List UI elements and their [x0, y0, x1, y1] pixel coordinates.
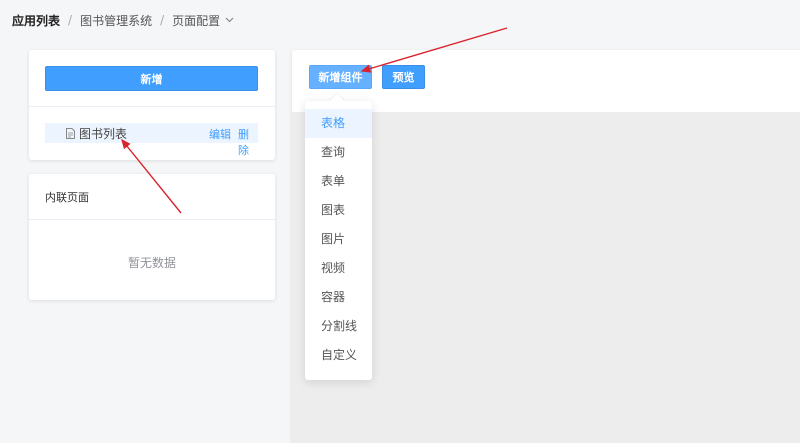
breadcrumb-current[interactable]: 页面配置 — [172, 12, 220, 29]
breadcrumb: 应用列表 / 图书管理系统 / 页面配置 — [12, 11, 234, 29]
add-page-button[interactable]: 新增 — [45, 66, 258, 91]
add-component-button[interactable]: 新增组件 — [309, 65, 372, 89]
page-name: 图书列表 — [79, 126, 128, 141]
document-icon — [66, 128, 75, 142]
breadcrumb-app[interactable]: 图书管理系统 — [80, 12, 152, 29]
chevron-down-icon[interactable] — [225, 17, 234, 23]
component-dropdown: 表格 查询 表单 图表 图片 视频 容器 分割线 自定义 — [305, 93, 372, 380]
delete-page-link[interactable]: 删除 — [238, 126, 258, 158]
menu-item-query[interactable]: 查询 — [305, 138, 372, 167]
menu-item-image[interactable]: 图片 — [305, 225, 372, 254]
preview-button[interactable]: 预览 — [382, 65, 425, 89]
menu-item-chart[interactable]: 图表 — [305, 196, 372, 225]
menu-item-custom[interactable]: 自定义 — [305, 341, 372, 370]
breadcrumb-separator: / — [160, 13, 165, 27]
edit-page-link[interactable]: 编辑 — [209, 126, 231, 142]
menu-item-table[interactable]: 表格 — [305, 109, 372, 138]
menu-item-container[interactable]: 容器 — [305, 283, 372, 312]
menu-item-video[interactable]: 视频 — [305, 254, 372, 283]
inline-pages-panel: 内联页面 暂无数据 — [29, 174, 275, 300]
inline-pages-title: 内联页面 — [45, 191, 89, 204]
empty-text: 暂无数据 — [127, 256, 176, 270]
menu-item-form[interactable]: 表单 — [305, 167, 372, 196]
breadcrumb-root[interactable]: 应用列表 — [12, 12, 60, 29]
divider — [29, 106, 275, 107]
page-list-item[interactable]: 图书列表 编辑 删除 — [45, 123, 258, 157]
breadcrumb-separator: / — [68, 13, 73, 27]
menu-item-divider[interactable]: 分割线 — [305, 312, 372, 341]
divider — [29, 219, 275, 220]
